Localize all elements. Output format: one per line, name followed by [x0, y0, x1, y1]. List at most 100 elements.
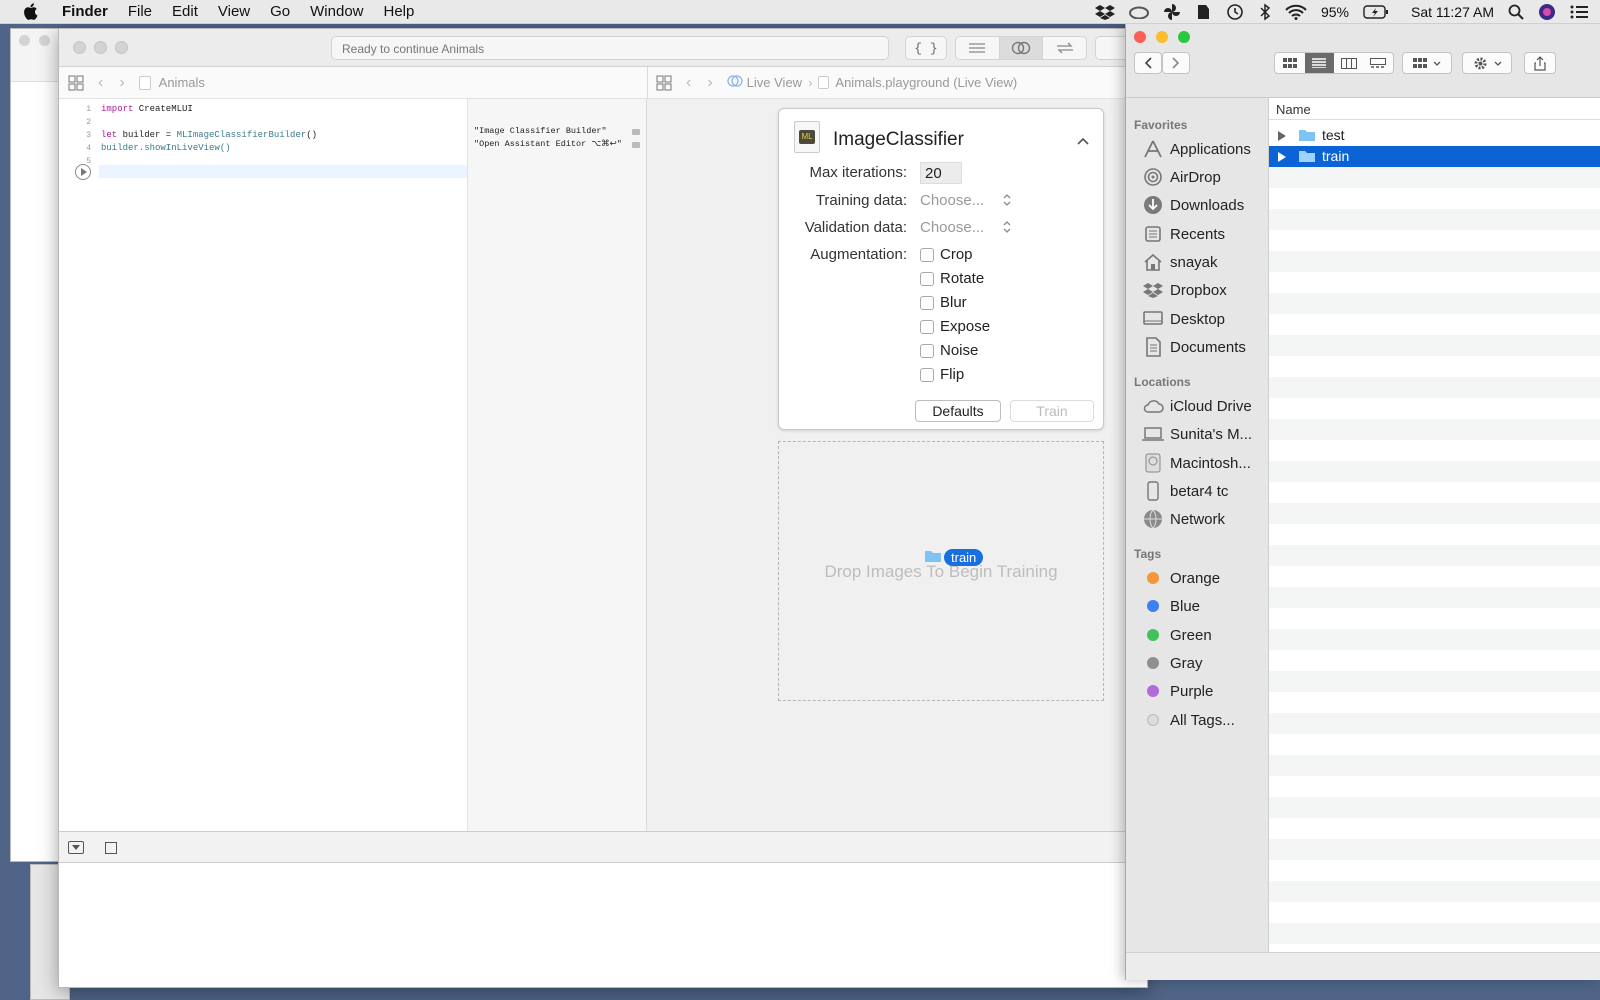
share-button[interactable]: [1524, 52, 1556, 74]
sidebar-item-recents[interactable]: Recents: [1142, 224, 1225, 244]
notification-center-icon[interactable]: [1570, 5, 1588, 19]
checkbox-box[interactable]: [920, 271, 934, 286]
forward-button[interactable]: [1162, 52, 1190, 74]
quick-look-button[interactable]: [632, 142, 640, 148]
forward-chevron-icon[interactable]: ›: [119, 74, 124, 92]
minimize-window-button[interactable]: [1156, 31, 1168, 43]
hide-debug-area-icon[interactable]: [68, 841, 84, 854]
sidebar-tag-blue[interactable]: Blue: [1142, 596, 1200, 616]
result-value: "Image Classifier Builder": [474, 126, 607, 136]
image-drop-zone[interactable]: Drop Images To Begin Training train: [778, 441, 1104, 701]
sidebar-item-home[interactable]: snayak: [1142, 252, 1218, 272]
run-playground-button[interactable]: [75, 164, 91, 180]
flip-checkbox[interactable]: Flip: [920, 366, 964, 383]
source-editor[interactable]: 1 2 3 4 5 import CreateMLUI let builder …: [59, 99, 467, 831]
sidebar-item-desktop[interactable]: Desktop: [1142, 309, 1225, 329]
group-by-button[interactable]: [1402, 52, 1452, 74]
editor-breadcrumb[interactable]: Animals: [159, 75, 205, 90]
sidebar-item-macintosh-hd[interactable]: Macintosh...: [1142, 453, 1251, 473]
spotlight-search-icon[interactable]: [1508, 4, 1524, 20]
back-chevron-icon[interactable]: ‹: [686, 74, 691, 92]
disclosure-triangle-icon[interactable]: [1278, 129, 1286, 144]
noise-checkbox[interactable]: Noise: [920, 342, 978, 359]
checkbox-box[interactable]: [920, 319, 934, 334]
sidebar-item-network[interactable]: Network: [1142, 509, 1225, 529]
sidebar-tag-purple[interactable]: Purple: [1142, 681, 1213, 701]
close-window-button[interactable]: [73, 41, 86, 54]
file-row[interactable]: test: [1269, 125, 1600, 146]
file-row-selected[interactable]: train: [1269, 146, 1600, 167]
sidebar-item-betar4-tc[interactable]: betar4 tc: [1142, 481, 1228, 501]
console-toggle-icon[interactable]: [105, 842, 117, 854]
sidebar-item-this-mac[interactable]: Sunita's M...: [1142, 424, 1252, 444]
action-gear-button[interactable]: [1462, 52, 1512, 74]
menu-app-name[interactable]: Finder: [62, 3, 108, 20]
back-chevron-icon[interactable]: ‹: [98, 74, 103, 92]
validation-data-select[interactable]: Choose...: [920, 219, 984, 236]
minimize-window-button[interactable]: [94, 41, 107, 54]
updown-chevron-icon[interactable]: [1002, 192, 1012, 211]
assistant-editor-icon[interactable]: [999, 37, 1044, 59]
battery-icon[interactable]: [1363, 5, 1389, 19]
blur-checkbox[interactable]: Blur: [920, 294, 967, 311]
disclosure-triangle-icon[interactable]: [1278, 150, 1286, 165]
menu-edit[interactable]: Edit: [172, 3, 198, 20]
expose-checkbox[interactable]: Expose: [920, 318, 990, 335]
training-data-select[interactable]: Choose...: [920, 192, 984, 209]
checkbox-box[interactable]: [920, 367, 934, 382]
wifi-icon[interactable]: [1285, 4, 1307, 20]
clock[interactable]: Sat 11:27 AM: [1411, 4, 1494, 20]
evernote-icon[interactable]: [1195, 3, 1211, 21]
sidebar-tag-orange[interactable]: Orange: [1142, 568, 1220, 588]
list-view-icon[interactable]: [1304, 53, 1334, 73]
apple-menu-icon[interactable]: [22, 2, 42, 22]
menu-go[interactable]: Go: [270, 3, 290, 20]
icon-view-icon[interactable]: [1275, 58, 1305, 68]
checkbox-box[interactable]: [920, 343, 934, 358]
max-iterations-field[interactable]: 20: [920, 162, 962, 184]
related-items-icon[interactable]: [68, 75, 84, 91]
menu-window[interactable]: Window: [310, 3, 363, 20]
live-view-breadcrumb[interactable]: Live View: [747, 75, 802, 90]
time-machine-icon[interactable]: [1225, 3, 1245, 21]
sidebar-item-documents[interactable]: Documents: [1142, 337, 1246, 357]
menu-view[interactable]: View: [218, 3, 250, 20]
zoom-window-button[interactable]: [1178, 31, 1190, 43]
crop-checkbox[interactable]: Crop: [920, 246, 973, 263]
dropbox-icon[interactable]: [1094, 4, 1115, 20]
zoom-window-button[interactable]: [115, 41, 128, 54]
sidebar-item-airdrop[interactable]: AirDrop: [1142, 167, 1221, 187]
version-editor-icon[interactable]: [1043, 37, 1086, 59]
back-button[interactable]: [1134, 52, 1162, 74]
siri-icon[interactable]: [1538, 3, 1556, 21]
library-button[interactable]: { }: [905, 36, 947, 60]
checkbox-box[interactable]: [920, 247, 934, 262]
sidebar-item-dropbox[interactable]: Dropbox: [1142, 280, 1227, 300]
sidebar-tag-green[interactable]: Green: [1142, 625, 1212, 645]
quick-look-button[interactable]: [632, 129, 640, 135]
pinwheel-icon[interactable]: [1163, 3, 1181, 21]
defaults-button[interactable]: Defaults: [915, 400, 1001, 422]
sidebar-item-applications[interactable]: Applications: [1142, 139, 1251, 159]
related-items-icon[interactable]: [656, 75, 672, 91]
gallery-view-icon[interactable]: [1364, 57, 1394, 69]
menu-file[interactable]: File: [128, 3, 152, 20]
collapse-chevron-icon[interactable]: [1077, 133, 1089, 148]
checkbox-box[interactable]: [920, 295, 934, 310]
forward-chevron-icon[interactable]: ›: [707, 74, 712, 92]
train-button[interactable]: Train: [1010, 400, 1094, 422]
standard-editor-icon[interactable]: [956, 37, 1000, 59]
creative-cloud-icon[interactable]: [1128, 5, 1149, 19]
close-window-button[interactable]: [1134, 31, 1146, 43]
sidebar-item-icloud-drive[interactable]: iCloud Drive: [1142, 396, 1252, 416]
sidebar-all-tags[interactable]: All Tags...: [1142, 710, 1235, 730]
column-view-icon[interactable]: [1334, 57, 1364, 69]
sidebar-tag-gray[interactable]: Gray: [1142, 653, 1203, 673]
live-view-file-breadcrumb[interactable]: Animals.playground (Live View): [835, 75, 1017, 90]
name-column-header[interactable]: Name: [1269, 98, 1600, 120]
updown-chevron-icon[interactable]: [1002, 219, 1012, 238]
sidebar-item-downloads[interactable]: Downloads: [1142, 195, 1244, 215]
bluetooth-icon[interactable]: [1259, 3, 1271, 21]
rotate-checkbox[interactable]: Rotate: [920, 270, 984, 287]
menu-help[interactable]: Help: [384, 3, 415, 20]
